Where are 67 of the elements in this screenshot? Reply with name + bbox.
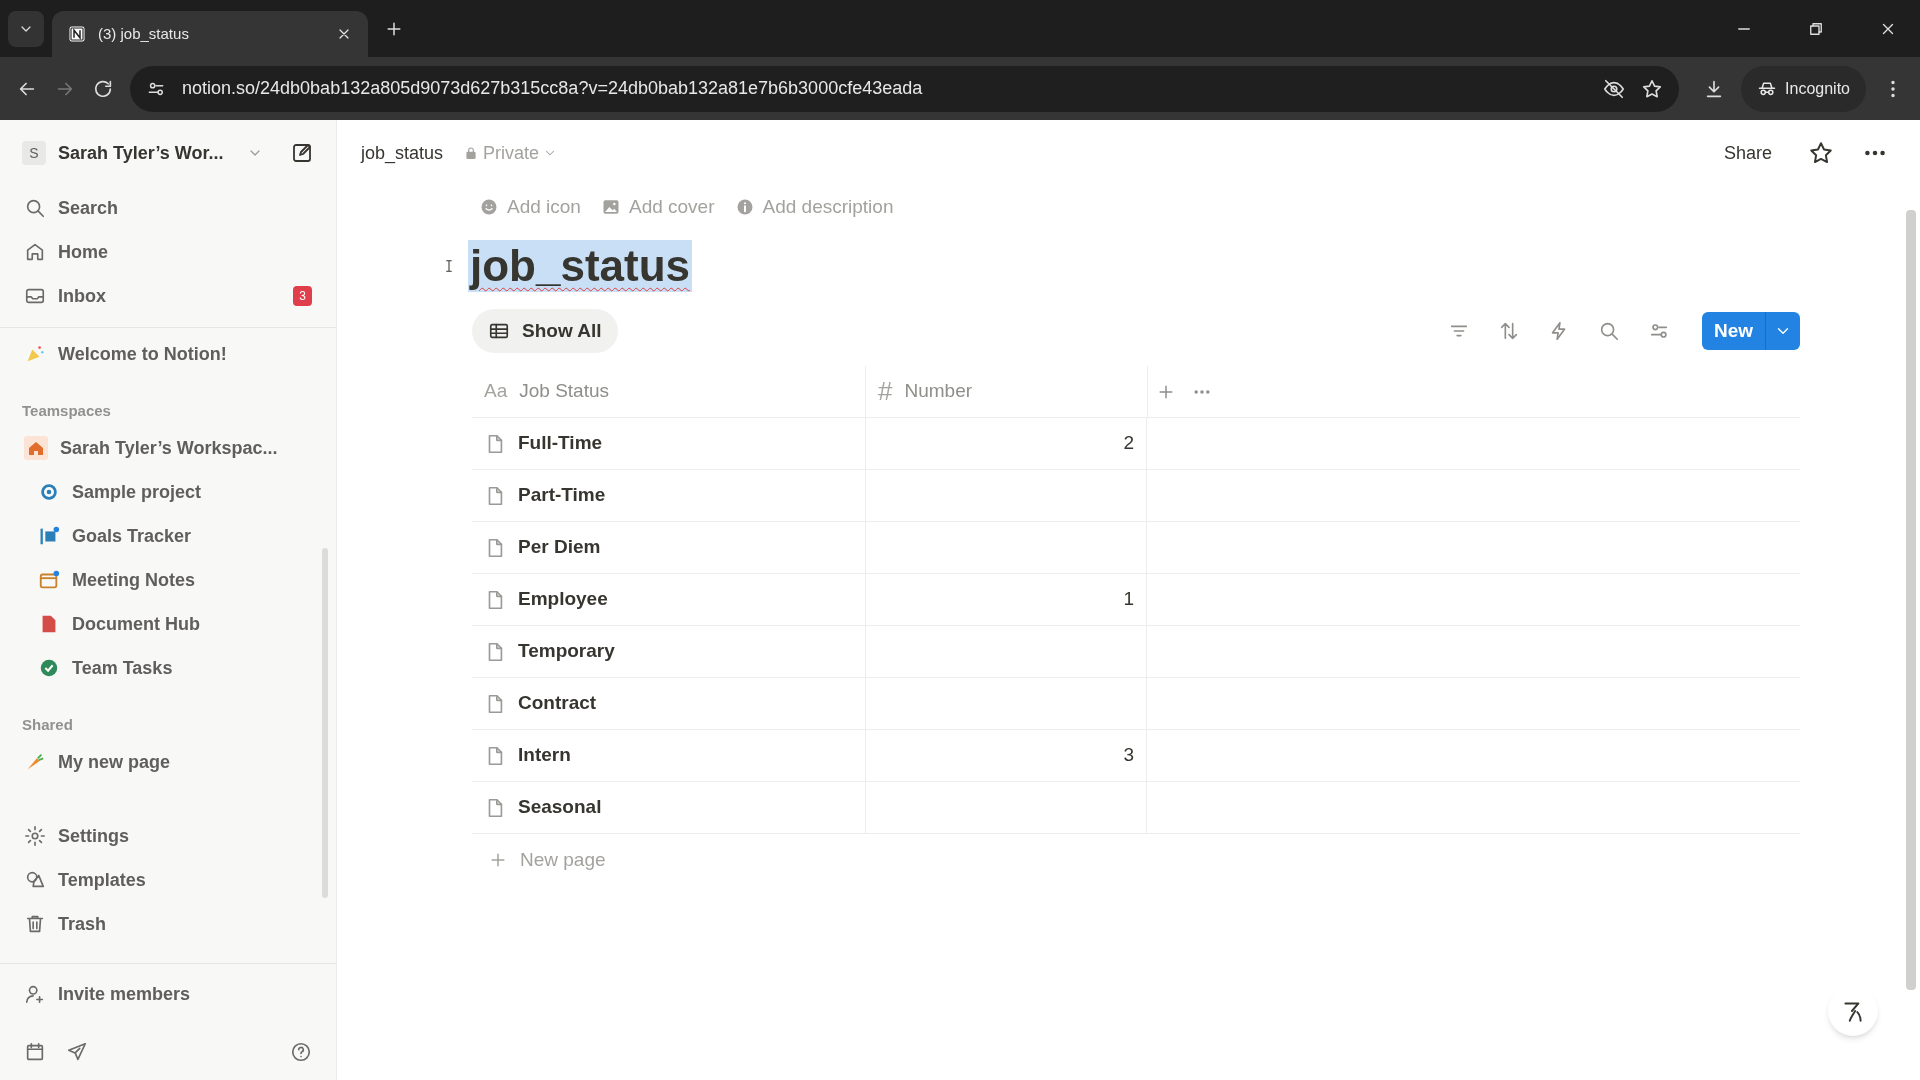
row-title[interactable]: Contract <box>518 689 597 718</box>
sidebar-item[interactable]: My new page <box>0 740 336 784</box>
sidebar-item[interactable]: Sample project <box>0 470 336 514</box>
calendar-icon[interactable] <box>24 1041 46 1063</box>
new-button[interactable]: New <box>1701 312 1800 350</box>
smiley-icon <box>479 197 499 217</box>
count-badge: 3 <box>293 286 312 306</box>
column-header[interactable]: Aa Job Status <box>472 366 865 417</box>
sidebar-item[interactable]: Templates <box>0 858 336 902</box>
notion-logo-icon <box>68 25 86 43</box>
browser-tab[interactable]: (3) job_status <box>52 11 368 57</box>
target-icon <box>38 481 60 503</box>
home-icon <box>24 241 46 263</box>
row-title[interactable]: Intern <box>518 741 571 770</box>
sidebar-item[interactable]: Meeting Notes <box>0 558 336 602</box>
sidebar-item[interactable]: Inbox 3 <box>0 274 336 318</box>
sidebar-item[interactable]: Trash <box>0 902 336 946</box>
chart-icon <box>38 525 60 547</box>
add-person-icon <box>24 983 46 1005</box>
sidebar-item[interactable]: Welcome to Notion! <box>0 332 336 376</box>
tab-title: (3) job_status <box>98 23 190 44</box>
settings-icon <box>24 825 46 847</box>
row-title[interactable]: Part-Time <box>518 481 606 510</box>
sidebar-item[interactable]: Home <box>0 230 336 274</box>
sidebar-item[interactable]: Sarah Tyler’s Workspac... <box>0 426 336 470</box>
column-header[interactable]: # Number <box>865 366 1147 417</box>
sidebar-item[interactable]: Settings <box>0 814 336 858</box>
url-text: notion.so/24db0bab132a805d9073d627b315cc8a?v=24db0bab132a81e7b6b3000cfe43eada <box>182 77 924 100</box>
address-bar[interactable]: notion.so/24db0bab132a805d9073d627b315cc8a?v=24db0bab132a81e7b6b3000cfe43eada <box>130 65 1680 112</box>
share-button[interactable]: Share <box>1715 139 1780 167</box>
section-heading: Teamspaces <box>21 400 112 421</box>
new-button-label[interactable]: New <box>1701 312 1766 350</box>
invite-button[interactable]: Invite members <box>0 972 336 1016</box>
new-page-icon[interactable] <box>290 141 314 165</box>
house-icon <box>24 436 48 460</box>
scrollbar[interactable] <box>322 548 328 898</box>
view-tab[interactable]: Show All <box>472 309 618 353</box>
row-title[interactable]: Employee <box>518 585 608 614</box>
checkmark-icon <box>38 657 60 679</box>
breadcrumb-link[interactable]: job_status <box>361 139 444 167</box>
tab-search-button[interactable] <box>8 10 44 47</box>
row-title[interactable]: Temporary <box>518 637 615 666</box>
calendar-icon <box>38 569 60 591</box>
trash-icon <box>24 913 46 935</box>
sidebar-item[interactable]: Search <box>0 186 336 230</box>
table-cell: 1 <box>865 574 1147 625</box>
table-cell: 2 <box>865 418 1147 469</box>
ai-assistant-button[interactable] <box>1828 986 1878 1036</box>
row-title[interactable]: Seasonal <box>518 793 602 822</box>
table-cell: 3 <box>865 730 1147 781</box>
help-icon[interactable] <box>290 1041 312 1063</box>
eye-off-icon[interactable] <box>1603 77 1626 100</box>
workspace-avatar: S <box>22 141 46 165</box>
row-title[interactable]: Full-Time <box>518 429 603 458</box>
send-icon[interactable] <box>66 1041 88 1063</box>
star-icon[interactable] <box>1808 140 1834 166</box>
sidebar-item[interactable]: Document Hub <box>0 602 336 646</box>
page-title[interactable]: job_status <box>468 240 693 292</box>
star-icon[interactable] <box>1641 77 1664 100</box>
row-title[interactable]: Per Diem <box>518 533 601 562</box>
sidebar-item[interactable]: Goals Tracker <box>0 514 336 558</box>
workspace-name[interactable]: Sarah Tyler’s Wor... <box>58 139 224 167</box>
scrollbar[interactable] <box>1906 210 1916 990</box>
section-heading: Shared <box>21 714 74 735</box>
incognito-button[interactable]: Incognito <box>1741 65 1866 112</box>
search-icon <box>24 197 46 219</box>
sidebar-item[interactable]: Team Tasks <box>0 646 336 690</box>
